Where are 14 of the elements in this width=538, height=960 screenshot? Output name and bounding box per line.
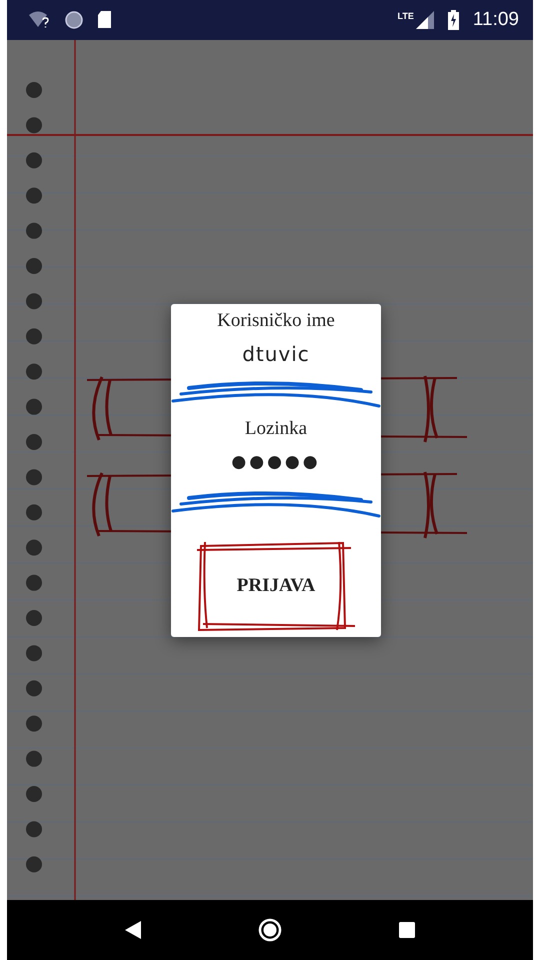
recents-icon[interactable]: [398, 922, 415, 938]
back-icon[interactable]: [125, 921, 142, 939]
wifi-question-icon: [29, 11, 51, 29]
username-field[interactable]: dtuvic: [242, 342, 310, 370]
clock-time: 11:09: [472, 9, 519, 31]
password-field[interactable]: ●●●●●: [231, 452, 321, 480]
battery-charging-icon: [448, 10, 459, 30]
circle-icon: [65, 11, 83, 29]
username-label: Korisničko ime: [217, 310, 335, 332]
signal-icon: [416, 11, 434, 29]
network-type-label: LTE: [398, 11, 414, 21]
home-icon[interactable]: [258, 918, 282, 942]
sd-card-icon: [97, 11, 112, 29]
password-label: Lozinka: [244, 418, 308, 440]
